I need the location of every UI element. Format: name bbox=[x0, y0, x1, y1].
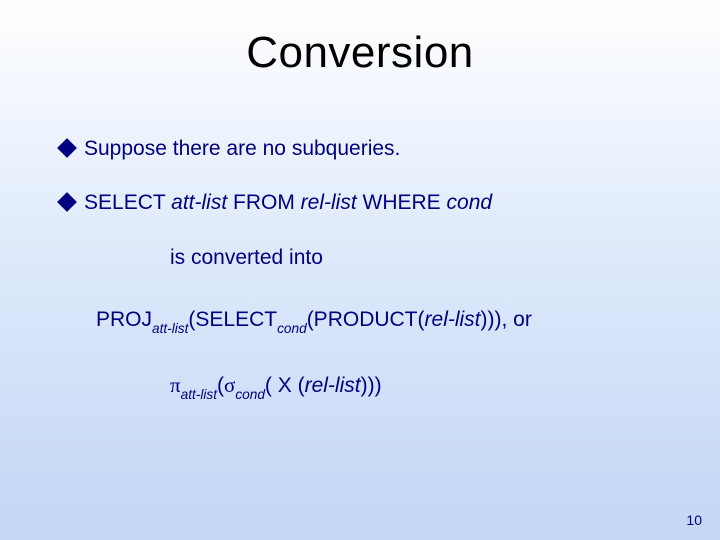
text-segment: FROM bbox=[227, 191, 301, 214]
text-segment: σ bbox=[224, 373, 235, 397]
text-segment: att-list bbox=[152, 321, 188, 336]
text-segment: att-list bbox=[171, 191, 227, 214]
text-segment: ( X ( bbox=[265, 374, 305, 397]
text-segment: (SELECT bbox=[188, 308, 277, 331]
text-segment: Suppose there are no subqueries. bbox=[84, 137, 400, 160]
text-segment: ))) bbox=[361, 374, 382, 397]
body-line: πatt-list(σcond( X (rel-list))) bbox=[170, 371, 680, 403]
page-number: 10 bbox=[686, 512, 702, 528]
text-segment: rel-list bbox=[305, 374, 361, 397]
text-segment: rel-list bbox=[301, 191, 357, 214]
bullet-item: Suppose there are no subqueries. bbox=[60, 135, 680, 163]
text-segment: SELECT bbox=[84, 191, 171, 214]
slide: Conversion Suppose there are no subqueri… bbox=[0, 0, 720, 540]
text-segment: cond bbox=[235, 387, 265, 402]
diamond-bullet-icon bbox=[57, 192, 77, 212]
text-segment: cond bbox=[277, 321, 307, 336]
bullet-item: SELECT att-list FROM rel-list WHERE cond bbox=[60, 189, 680, 217]
text-segment: PROJ bbox=[96, 308, 152, 331]
body-line: is converted into bbox=[170, 244, 680, 272]
bullet-text: Suppose there are no subqueries. bbox=[84, 135, 400, 163]
diamond-bullet-icon bbox=[57, 138, 77, 158]
slide-content: Suppose there are no subqueries. SELECT … bbox=[60, 135, 680, 412]
text-segment: ))), or bbox=[481, 308, 532, 331]
slide-title: Conversion bbox=[0, 28, 720, 78]
text-segment: WHERE bbox=[357, 191, 447, 214]
text-segment: cond bbox=[447, 191, 493, 214]
bullet-text: SELECT att-list FROM rel-list WHERE cond bbox=[84, 189, 492, 217]
body-line: PROJatt-list(SELECTcond(PRODUCT(rel-list… bbox=[96, 306, 680, 337]
text-segment: (PRODUCT( bbox=[307, 308, 425, 331]
text-segment: att-list bbox=[181, 387, 217, 402]
text-segment: ( bbox=[217, 374, 224, 397]
text-segment: rel-list bbox=[425, 308, 481, 331]
text-segment: is converted into bbox=[170, 246, 323, 269]
text-segment: π bbox=[170, 373, 181, 397]
